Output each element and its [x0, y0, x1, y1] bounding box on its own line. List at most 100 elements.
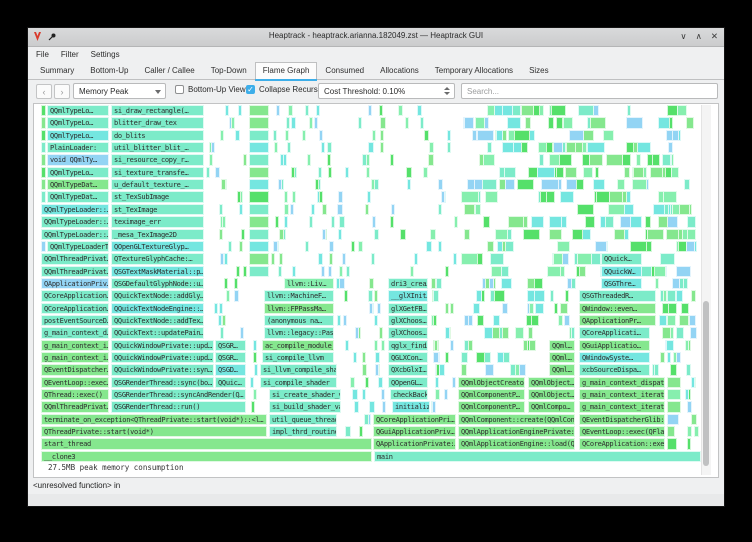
flame-fill[interactable] [447, 142, 451, 153]
flame-fill[interactable] [523, 340, 528, 351]
flame-frame[interactable]: QCoreApplication… [41, 290, 109, 301]
flame-frame[interactable]: si_build_shader_varian… [269, 401, 341, 412]
flame-fill[interactable] [534, 278, 543, 289]
flame-frame[interactable]: QQuick… [601, 253, 642, 264]
flame-fill[interactable] [477, 253, 484, 264]
flame-fill[interactable] [322, 204, 327, 215]
flame-fill[interactable] [372, 130, 376, 141]
flame-fill[interactable] [410, 266, 414, 277]
flame-fill[interactable] [305, 105, 309, 116]
tab-caller-callee[interactable]: Caller / Callee [136, 62, 202, 79]
flame-fill[interactable] [578, 105, 593, 116]
flame-fill[interactable] [220, 253, 225, 264]
flame-frame[interactable]: QGLXCon… [388, 352, 428, 363]
flame-fill[interactable] [423, 167, 428, 178]
flame-fill[interactable] [284, 216, 288, 227]
flame-fill[interactable] [431, 278, 435, 289]
flame-frame[interactable]: blitter_draw_tex [111, 117, 204, 128]
flame-fill[interactable] [461, 352, 468, 363]
flame-fill[interactable] [438, 204, 442, 215]
flame-fill[interactable] [667, 389, 681, 400]
flame-fill[interactable] [379, 327, 383, 338]
flame-frame[interactable]: llvm::MachineF… [264, 290, 334, 301]
flame-fill[interactable] [279, 229, 284, 240]
flame-fill[interactable] [314, 117, 318, 128]
flame-fill[interactable] [367, 191, 372, 202]
flame-fill[interactable] [556, 117, 562, 128]
flame-fill[interactable] [445, 352, 449, 363]
flame-fill[interactable] [350, 377, 355, 388]
flame-fill[interactable] [687, 216, 696, 227]
flame-fill[interactable] [505, 179, 515, 190]
flame-fill[interactable] [249, 179, 269, 190]
flame-fill[interactable] [345, 426, 350, 437]
flame-fill[interactable] [220, 130, 224, 141]
flame-fill[interactable] [430, 229, 436, 240]
flame-fill[interactable] [564, 315, 570, 326]
flame-fill[interactable] [473, 303, 480, 314]
flame-fill[interactable] [345, 340, 349, 351]
flame-fill[interactable] [249, 117, 269, 128]
flame-fill[interactable] [429, 142, 434, 153]
flame-fill[interactable] [485, 364, 494, 375]
flame-fill[interactable] [444, 389, 449, 400]
flame-fill[interactable] [521, 105, 535, 116]
flame-frame[interactable]: QQuickTextNode::addGly… [111, 290, 204, 301]
flame-fill[interactable] [249, 253, 269, 264]
flame-frame[interactable]: QApplicationPriv… [41, 278, 109, 289]
flame-fill[interactable] [249, 105, 269, 116]
flame-fill[interactable] [253, 352, 257, 363]
flame-frame[interactable]: QXcbGlxI… [388, 364, 428, 375]
flame-fill[interactable] [687, 229, 696, 240]
flame-fill[interactable] [433, 315, 437, 326]
menu-filter[interactable]: Filter [55, 47, 85, 62]
spinner-arrows-icon[interactable] [444, 87, 450, 95]
flame-fill[interactable] [426, 241, 432, 252]
flame-fill[interactable] [222, 216, 226, 227]
flame-fill[interactable] [222, 315, 226, 326]
flame-fill[interactable] [654, 364, 659, 375]
flame-frame[interactable]: QSGThreadedR… [579, 290, 656, 301]
flame-fill[interactable] [406, 167, 412, 178]
flame-frame[interactable]: QQmlApplicationEngine::load(QU… [458, 438, 575, 449]
flame-fill[interactable] [343, 315, 347, 326]
flame-fill[interactable] [535, 303, 544, 314]
flame-fill[interactable] [502, 327, 509, 338]
flame-fill[interactable] [551, 105, 566, 116]
flame-frame[interactable]: initialize… [392, 401, 430, 412]
flame-fill[interactable] [345, 167, 349, 178]
flame-fill[interactable] [369, 278, 373, 289]
flame-fill[interactable] [344, 290, 348, 301]
flame-fill[interactable] [374, 315, 378, 326]
flame-fill[interactable] [41, 117, 46, 128]
flame-fill[interactable] [453, 253, 458, 264]
flame-fill[interactable] [250, 377, 254, 388]
flame-fill[interactable] [436, 278, 442, 289]
flame-fill[interactable] [668, 303, 677, 314]
tab-summary[interactable]: Summary [32, 62, 82, 79]
flame-frame[interactable]: g_main_context_dispat… [579, 377, 665, 388]
flame-fill[interactable] [234, 278, 238, 289]
flame-fill[interactable] [626, 117, 643, 128]
flame-fill[interactable] [311, 204, 315, 215]
flame-fill[interactable] [669, 117, 674, 128]
flame-frame[interactable]: QQmlTypeLo… [47, 130, 109, 141]
flame-fill[interactable] [328, 167, 332, 178]
flame-fill[interactable] [362, 154, 367, 165]
flame-fill[interactable] [636, 154, 641, 165]
flame-fill[interactable] [477, 315, 485, 326]
flame-frame[interactable]: QEventLoop::exec(QFla… [579, 426, 665, 437]
flame-fill[interactable] [374, 229, 379, 240]
flame-fill[interactable] [652, 154, 660, 165]
flame-fill[interactable] [209, 154, 213, 165]
flame-fill[interactable] [548, 117, 554, 128]
flame-frame[interactable]: QSGTextMaskMaterial::p… [111, 266, 204, 277]
flame-fill[interactable] [380, 130, 384, 141]
flame-frame[interactable]: impl_thrd_routine [269, 426, 337, 437]
flame-fill[interactable] [679, 315, 688, 326]
flame-fill[interactable] [353, 352, 357, 363]
flame-frame[interactable]: QThread::exec() [41, 389, 109, 400]
flame-frame[interactable]: __glXInit… [388, 290, 428, 301]
flame-fill[interactable] [288, 105, 293, 116]
flame-frame[interactable]: QQmlTypeLoaderT… [47, 241, 109, 252]
